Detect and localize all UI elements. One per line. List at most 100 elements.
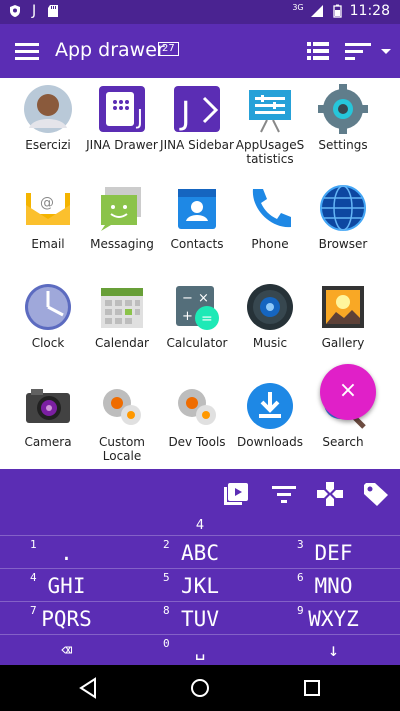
- jina-drawer-icon: J: [99, 86, 145, 132]
- app-label: Browser: [318, 237, 368, 251]
- key-6[interactable]: 6 MNO: [267, 568, 400, 601]
- key-letters: JKL: [181, 574, 219, 598]
- app-calculator[interactable]: − × + = Calculator: [157, 276, 237, 350]
- app-label: Calculator: [166, 336, 228, 350]
- list-view-icon[interactable]: [306, 40, 330, 62]
- filter-toolbar: [0, 469, 400, 517]
- key-letters: GHI: [47, 574, 86, 598]
- app-label: Gallery: [321, 336, 365, 350]
- key-4[interactable]: 4 GHI: [0, 568, 133, 601]
- app-clock[interactable]: Clock: [8, 276, 88, 350]
- gamepad-icon[interactable]: [316, 481, 344, 507]
- key-8[interactable]: 8 TUV: [133, 601, 267, 634]
- key-3[interactable]: 3 DEF: [267, 535, 400, 568]
- app-esercizi[interactable]: Esercizi: [8, 78, 88, 152]
- music-icon: [247, 284, 293, 330]
- key-5[interactable]: 5 JKL: [133, 568, 267, 601]
- enter-key[interactable]: ↓: [267, 634, 400, 667]
- key-letters: PQRS: [41, 607, 92, 631]
- calendar-icon: [101, 288, 143, 328]
- downloads-icon: [247, 383, 293, 429]
- gallery-icon: [322, 286, 364, 328]
- recents-icon[interactable]: [301, 677, 323, 699]
- app-label: Phone: [251, 237, 289, 251]
- camera-icon: [26, 389, 70, 423]
- app-label: Contacts: [170, 237, 224, 251]
- key-letters: MNO: [314, 574, 353, 598]
- svg-text:+: +: [182, 309, 193, 324]
- app-settings[interactable]: Settings: [303, 78, 383, 152]
- svg-text:@: @: [40, 195, 54, 211]
- key-letters: TUV: [181, 607, 219, 631]
- app-calendar[interactable]: Calendar: [82, 276, 162, 350]
- close-fab-button[interactable]: ×: [320, 364, 376, 420]
- app-count-badge: 27: [158, 42, 179, 56]
- typed-digits: 4: [195, 518, 205, 533]
- hamburger-menu-icon[interactable]: [14, 39, 40, 63]
- phone-icon: [252, 189, 291, 228]
- battery-icon: [332, 4, 342, 18]
- contact-photo-icon: [24, 85, 72, 133]
- settings-icon: [318, 84, 368, 134]
- sd-card-icon: [48, 5, 59, 17]
- email-icon: @: [26, 188, 70, 225]
- key-1[interactable]: 1 .: [0, 535, 133, 568]
- signal-icon: [310, 5, 323, 17]
- t9-keypad: 4 1 . 2 ABC 3 DEF 4 GHI 5 JKL 6 MNO 7 PQ…: [0, 517, 400, 665]
- sort-dropdown-icon[interactable]: [344, 40, 392, 62]
- app-phone[interactable]: Phone: [230, 177, 310, 251]
- key-letters: DEF: [314, 541, 353, 565]
- svg-text:J: J: [179, 94, 190, 132]
- tag-icon[interactable]: [362, 481, 390, 507]
- key-letters: .: [60, 541, 73, 565]
- app-label: Calendar: [95, 336, 149, 350]
- app-contacts[interactable]: Contacts: [157, 177, 237, 251]
- clock-time: 11:28: [349, 3, 390, 19]
- browser-icon: [320, 185, 366, 231]
- app-label: Music: [252, 336, 288, 350]
- app-usage-icon: [249, 90, 291, 133]
- video-library-icon[interactable]: [222, 481, 250, 507]
- app-label: Custom Locale: [99, 435, 145, 463]
- svg-text:=: =: [201, 311, 213, 327]
- j-icon: J: [32, 3, 37, 19]
- system-nav-bar: [0, 665, 400, 711]
- app-browser[interactable]: Browser: [303, 177, 383, 251]
- app-custom-locale[interactable]: Custom Locale: [82, 375, 162, 463]
- key-letters: ABC: [181, 541, 219, 565]
- key-letters: WXYZ: [308, 607, 359, 631]
- backspace-key[interactable]: ⌫: [0, 634, 133, 667]
- app-downloads[interactable]: Downloads: [230, 375, 310, 449]
- key-2[interactable]: 2 ABC: [133, 535, 267, 568]
- app-camera[interactable]: Camera: [8, 375, 88, 449]
- key-0[interactable]: 0 ␣: [133, 634, 267, 667]
- contacts-icon: [178, 189, 216, 229]
- app-label: Email: [31, 237, 65, 251]
- calculator-icon: − × + =: [176, 286, 219, 330]
- space-icon: ␣: [194, 640, 206, 661]
- network-type: 3G: [292, 2, 304, 12]
- key-7[interactable]: 7 PQRS: [0, 601, 133, 634]
- key-9[interactable]: 9 WXYZ: [267, 601, 400, 634]
- app-email[interactable]: @ Email: [8, 177, 88, 251]
- app-label: Settings: [318, 138, 368, 152]
- back-icon[interactable]: [77, 677, 99, 699]
- custom-locale-icon: [103, 389, 141, 425]
- app-appusagestatistics[interactable]: AppUsageS tatistics: [230, 78, 310, 166]
- app-jina-sidebar[interactable]: J JINA Sidebar: [157, 78, 237, 152]
- app-jina-drawer[interactable]: J JINA Drawer: [82, 78, 162, 152]
- app-dev-tools[interactable]: Dev Tools: [157, 375, 237, 449]
- app-label: Messaging: [90, 237, 154, 251]
- home-icon[interactable]: [189, 677, 211, 699]
- backspace-icon: ⌫: [61, 640, 72, 661]
- svg-text:×: ×: [198, 291, 209, 306]
- app-music[interactable]: Music: [230, 276, 310, 350]
- svg-text:J: J: [135, 105, 143, 129]
- app-messaging[interactable]: Messaging: [82, 177, 162, 251]
- app-label: Search: [322, 435, 364, 449]
- app-label: Camera: [24, 435, 72, 449]
- app-gallery[interactable]: Gallery: [303, 276, 383, 350]
- filter-icon[interactable]: [270, 481, 298, 507]
- app-label: Dev Tools: [168, 435, 226, 449]
- app-label: JINA Sidebar: [160, 138, 234, 152]
